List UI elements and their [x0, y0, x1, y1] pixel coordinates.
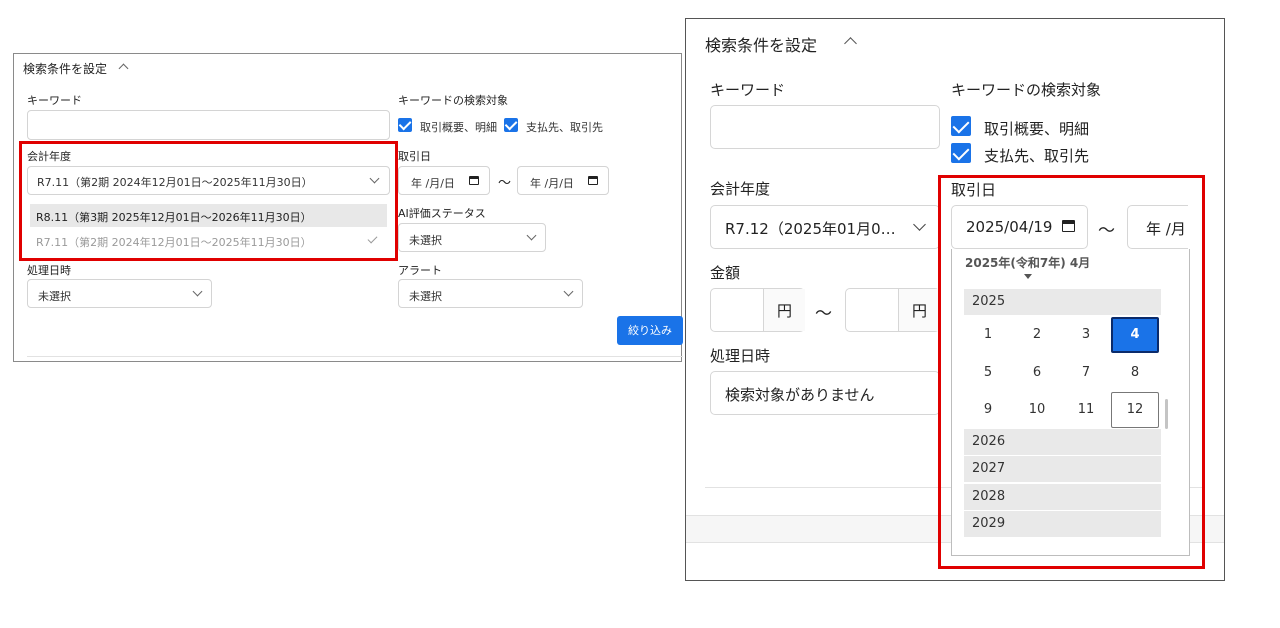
- fiscal-year-label: 会計年度: [710, 180, 771, 198]
- processing-date-label: 処理日時: [27, 264, 71, 277]
- amount-max-input[interactable]: 円: [845, 288, 940, 332]
- collapse-chevron-icon[interactable]: [844, 37, 857, 50]
- divider: [27, 356, 683, 357]
- amount-tilde: 〜: [815, 304, 832, 324]
- yen-unit: 円: [912, 302, 928, 320]
- collapse-chevron-icon[interactable]: [118, 63, 129, 74]
- processing-date-label: 処理日時: [710, 347, 771, 365]
- keyword-input[interactable]: [27, 110, 390, 140]
- keyword-target-label: キーワードの検索対象: [398, 94, 508, 107]
- ai-status-label: AI評価ステータス: [398, 207, 486, 220]
- amount-label: 金額: [710, 264, 741, 282]
- processing-date-select[interactable]: 検索対象がありません: [710, 371, 940, 415]
- date-from-input[interactable]: 年 /月/日: [398, 166, 490, 195]
- checkbox-payee-label: 支払先、取引先: [984, 147, 1090, 165]
- section-title: 検索条件を設定: [23, 62, 108, 76]
- alert-select[interactable]: 未選択: [398, 279, 583, 308]
- calendar-icon[interactable]: [469, 176, 479, 185]
- amount-min-input[interactable]: 円: [710, 288, 805, 332]
- checkbox-summary[interactable]: [951, 116, 971, 136]
- section-title: 検索条件を設定: [705, 36, 818, 55]
- checkbox-payee-label: 支払先、取引先: [526, 121, 603, 134]
- checkbox-summary-label: 取引概要、明細: [984, 120, 1090, 138]
- checkbox-payee[interactable]: [504, 118, 518, 132]
- filter-button[interactable]: 絞り込み: [617, 316, 683, 345]
- checkbox-summary-label: 取引概要、明細: [420, 121, 497, 134]
- chevron-down-icon: [192, 286, 203, 297]
- chevron-down-icon: [526, 230, 537, 241]
- date-to-input[interactable]: 年 /月/日: [517, 166, 609, 195]
- keyword-input[interactable]: [710, 105, 940, 149]
- keyword-target-label: キーワードの検索対象: [951, 81, 1102, 99]
- fiscal-year-select[interactable]: R7.12（2025年01月0…: [710, 205, 940, 249]
- highlight-date-picker: [938, 175, 1205, 569]
- calendar-icon[interactable]: [588, 176, 598, 185]
- alert-label: アラート: [398, 264, 442, 277]
- date-label: 取引日: [398, 150, 431, 163]
- highlight-fiscal-dropdown: [19, 141, 398, 261]
- checkbox-summary[interactable]: [398, 118, 412, 132]
- yen-unit: 円: [777, 302, 793, 320]
- keyword-label: キーワード: [27, 94, 82, 107]
- chevron-down-icon: [913, 218, 926, 231]
- chevron-down-icon: [563, 286, 574, 297]
- date-tilde: 〜: [498, 176, 512, 191]
- checkbox-payee[interactable]: [951, 143, 971, 163]
- ai-status-select[interactable]: 未選択: [398, 223, 546, 252]
- processing-date-select[interactable]: 未選択: [27, 279, 212, 308]
- keyword-label: キーワード: [710, 81, 786, 99]
